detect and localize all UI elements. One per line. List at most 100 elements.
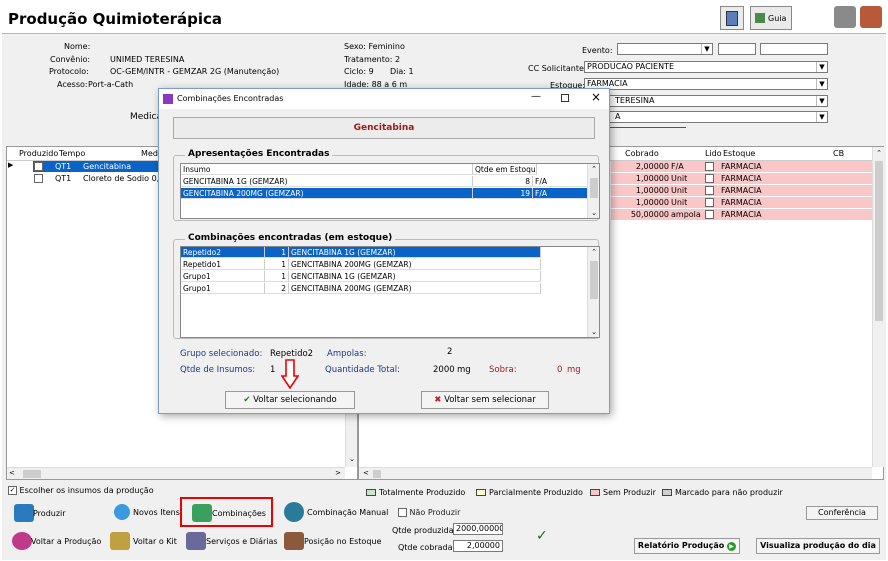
globe-icon [114, 504, 130, 520]
novos-itens-label: Novos Itens [133, 507, 180, 517]
col-estoque: Estoque [723, 149, 756, 158]
table-row[interactable]: GENCITABINA 1G (GEMZAR) 8 F/A [181, 176, 589, 187]
scroll-thumb[interactable] [875, 161, 883, 321]
table-row[interactable]: 1,00000 Unit FARMACIA [611, 185, 873, 196]
check-icon: ✔ [243, 395, 251, 405]
chevron-down-icon: ▼ [816, 96, 827, 106]
lido-checkbox[interactable] [705, 198, 714, 207]
evento-field-2[interactable] [718, 43, 756, 55]
legend-parcialmente: Parcialmente Produzido [476, 488, 583, 497]
produzido-checkbox[interactable] [34, 162, 43, 171]
servicos-diarias-button[interactable]: Serviços e Diárias [186, 532, 278, 550]
table-row[interactable]: GENCITABINA 200MG (GEMZAR) 19 F/A [181, 188, 589, 199]
field-4-select[interactable]: A ▼ [584, 111, 828, 123]
guia-icon [755, 13, 765, 23]
chevron-left-icon: < [363, 469, 369, 477]
relatorio-producao-button[interactable]: Relatório Produção ▶ [634, 538, 740, 554]
acesso-value: Port-a-Cath [88, 80, 134, 89]
left-grid-hscroll[interactable]: < > [7, 467, 345, 479]
lido-checkbox[interactable] [705, 174, 714, 183]
produzir-button[interactable]: Produzir [14, 504, 66, 522]
scroll-thumb[interactable] [590, 178, 598, 198]
evento-field-3[interactable] [760, 43, 828, 55]
voltar-sem-selecionar-button[interactable]: ✖ Voltar sem selecionar [421, 391, 549, 409]
scroll-thumb[interactable] [23, 470, 41, 478]
table-row[interactable]: Grupo1 1 GENCITABINA 1G (GEMZAR) [181, 271, 541, 282]
right-grid-vscroll[interactable]: ⌃ [872, 147, 884, 467]
row-grupo: Repetido1 [181, 259, 265, 270]
chevron-down-icon: ⌄ [349, 455, 355, 463]
chevron-up-icon: ⌃ [876, 149, 882, 157]
right-grid-hscroll[interactable]: < [359, 467, 872, 479]
combinacoes-table[interactable]: Repetido2 1 GENCITABINA 1G (GEMZAR) Repe… [180, 246, 600, 338]
lido-checkbox[interactable] [705, 186, 714, 195]
x-icon: ✖ [434, 395, 442, 405]
scroll-thumb[interactable] [373, 470, 381, 478]
nao-produzir-box [398, 508, 407, 517]
arrow-down-icon [280, 359, 300, 390]
posicao-estoque-button[interactable]: Posição no Estoque [284, 532, 381, 550]
cc-solicitante-select[interactable]: PRODUCAO PACIENTE ▼ [584, 61, 828, 73]
nao-produzir-checkbox[interactable]: Não Produzir [398, 508, 460, 517]
row-cobrado: 1,00000 [635, 174, 669, 183]
chevron-up-icon: ⌃ [591, 165, 597, 173]
row-estoque: FARMACIA [721, 210, 762, 219]
voltar-selecionando-button[interactable]: ✔ Voltar selecionando [225, 391, 355, 409]
guia-button[interactable]: Guia [750, 6, 792, 30]
close-icon[interactable]: × [591, 90, 601, 104]
evento-label: Evento: [582, 46, 613, 55]
table-row[interactable]: 1,00000 Unit FARMACIA [611, 173, 873, 184]
conferencia-button[interactable]: Conferência [806, 506, 878, 520]
protocolo-value: OC-GEM/INTR - GEMZAR 2G (Manutenção) [110, 67, 280, 76]
app-title: Produção Quimioterápica [8, 10, 223, 28]
row-insumo: GENCITABINA 200MG (GEMZAR) [289, 283, 541, 294]
voltar-producao-button[interactable]: Voltar a Produção [12, 532, 101, 550]
row-unit: F/A [533, 188, 589, 199]
servicos-icon [186, 532, 206, 550]
maximize-icon[interactable] [561, 94, 569, 102]
exit-door-icon[interactable] [860, 6, 882, 28]
produzido-checkbox[interactable] [34, 174, 43, 183]
table-row[interactable]: Repetido2 1 GENCITABINA 1G (GEMZAR) [181, 247, 541, 258]
row-estoque: FARMACIA [721, 174, 762, 183]
minimize-icon[interactable]: — [531, 91, 541, 102]
lido-checkbox[interactable] [705, 162, 714, 171]
scroll-thumb[interactable] [590, 261, 598, 299]
row-estoque: FARMACIA [721, 198, 762, 207]
evento-select[interactable]: ▼ [617, 43, 713, 55]
novos-itens-button[interactable]: Novos Itens [114, 504, 180, 520]
lido-checkbox[interactable] [705, 210, 714, 219]
arrow-right-icon: ▶ [727, 542, 737, 551]
table-row[interactable]: 1,00000 Unit FARMACIA [611, 197, 873, 208]
escolher-insumos-checkbox[interactable]: ✓ Escolher os insumos da produção [8, 486, 154, 495]
calculator-button[interactable] [720, 6, 744, 30]
confirm-check-icon[interactable]: ✓ [536, 528, 548, 544]
qtde-produzida-input[interactable]: 2000,00000 [453, 523, 503, 535]
qtde-cobrada-input[interactable]: 2,00000 [453, 540, 503, 552]
nao-produzir-label: Não Produzir [409, 508, 461, 517]
visualiza-producao-button[interactable]: Visualiza produção do dia [756, 538, 880, 554]
printer-icon[interactable] [834, 6, 856, 28]
estoque-select[interactable]: FARMACIA ▼ [584, 78, 828, 90]
table-row[interactable]: Grupo1 2 GENCITABINA 200MG (GEMZAR) [181, 283, 541, 294]
voltar-selecionando-label: Voltar selecionando [253, 395, 337, 405]
ciclo-text: Ciclo: 9 [344, 67, 374, 76]
sobra-value: 0 [557, 365, 563, 375]
escolher-insumos-label: Escolher os insumos da produção [19, 486, 154, 495]
dia-text: Dia: 1 [390, 67, 414, 76]
table-row[interactable]: Repetido1 1 GENCITABINA 200MG (GEMZAR) [181, 259, 541, 270]
voltar-kit-button[interactable]: Voltar o Kit [110, 532, 177, 550]
row-cobrado: 1,00000 [635, 186, 669, 195]
estoque-value: FARMACIA [587, 79, 628, 88]
nome-label: Nome: [64, 42, 91, 51]
combinacoes-vscroll[interactable]: ⌃ ⌄ [587, 247, 599, 337]
combinacoes-button[interactable]: Combinações [192, 504, 266, 522]
table-row[interactable]: 50,00000 ampola FARMACIA [611, 209, 873, 220]
ampolas-value: 2 [447, 347, 453, 357]
row-cobrado: 2,00000 [635, 162, 669, 171]
apresentacoes-table[interactable]: Insumo Qtde em Estoque GENCITABINA 1G (G… [180, 163, 600, 219]
apresentacoes-vscroll[interactable]: ⌃ ⌄ [587, 164, 599, 218]
table-row[interactable]: 2,00000 F/A FARMACIA [611, 161, 873, 172]
field-3-select[interactable]: TERESINA ▼ [584, 95, 828, 107]
combinacao-manual-button[interactable]: Combinação Manual [284, 502, 388, 522]
